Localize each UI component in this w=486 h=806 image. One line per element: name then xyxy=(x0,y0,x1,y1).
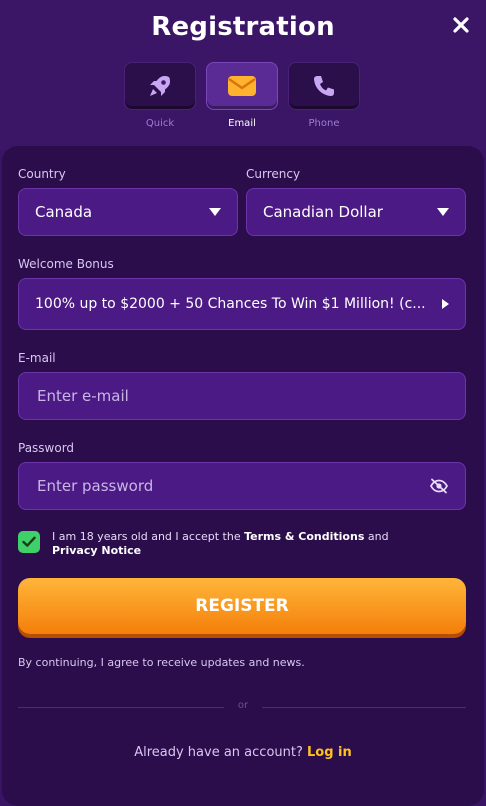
chevron-right-icon xyxy=(442,299,449,309)
country-value: Canada xyxy=(35,203,93,221)
password-field-wrapper xyxy=(18,462,466,510)
age-consent-checkbox[interactable] xyxy=(18,531,40,553)
tab-phone[interactable]: Phone xyxy=(288,62,360,129)
eye-slash-icon[interactable] xyxy=(429,478,449,494)
currency-select[interactable]: Canadian Dollar xyxy=(246,188,466,236)
consent-middle: and xyxy=(364,530,389,543)
tab-email-label: Email xyxy=(228,118,256,129)
tab-phone-box xyxy=(288,62,360,110)
email-label: E-mail xyxy=(18,351,56,365)
login-prompt: Already have an account? xyxy=(134,745,303,760)
email-field[interactable] xyxy=(35,386,449,406)
tab-email[interactable]: Email xyxy=(206,62,278,129)
login-link[interactable]: Log in xyxy=(307,745,352,760)
envelope-icon xyxy=(228,76,256,96)
chevron-down-icon xyxy=(209,208,221,216)
registration-method-tabs: Quick Email Phone xyxy=(124,62,360,129)
password-field[interactable] xyxy=(35,476,429,496)
tab-phone-label: Phone xyxy=(308,118,340,129)
close-icon[interactable] xyxy=(450,14,472,36)
consent-text: I am 18 years old and I accept the Terms… xyxy=(52,530,432,558)
country-select[interactable]: Canada xyxy=(18,188,238,236)
divider-or: or xyxy=(237,700,249,711)
email-field-wrapper xyxy=(18,372,466,420)
page-title: Registration xyxy=(151,12,335,42)
tab-email-box xyxy=(206,62,278,110)
tab-quick[interactable]: Quick xyxy=(124,62,196,129)
welcome-bonus-label: Welcome Bonus xyxy=(18,257,114,271)
header: Registration Quick Email Phone xyxy=(0,0,486,150)
updates-note: By continuing, I agree to receive update… xyxy=(18,656,305,669)
welcome-bonus-select[interactable]: 100% up to $2000 + 50 Chances To Win $1 … xyxy=(18,278,466,330)
register-button[interactable]: REGISTER xyxy=(18,578,466,634)
consent-prefix: I am 18 years old and I accept the xyxy=(52,530,245,543)
tab-quick-label: Quick xyxy=(145,118,175,129)
tab-quick-box xyxy=(124,62,196,110)
password-label: Password xyxy=(18,441,75,455)
divider-left xyxy=(18,707,224,708)
currency-value: Canadian Dollar xyxy=(263,203,383,221)
currency-label: Currency xyxy=(246,167,301,181)
checkmark-icon xyxy=(22,536,36,547)
login-row: Already have an account? Log in xyxy=(0,745,486,760)
welcome-bonus-value: 100% up to $2000 + 50 Chances To Win $1 … xyxy=(35,296,426,312)
rocket-icon xyxy=(150,76,170,96)
privacy-link[interactable]: Privacy Notice xyxy=(52,544,141,557)
phone-icon xyxy=(314,76,334,96)
chevron-down-icon xyxy=(437,208,449,216)
divider-right xyxy=(262,707,466,708)
country-label: Country xyxy=(18,167,66,181)
terms-link[interactable]: Terms & Conditions xyxy=(244,530,364,543)
